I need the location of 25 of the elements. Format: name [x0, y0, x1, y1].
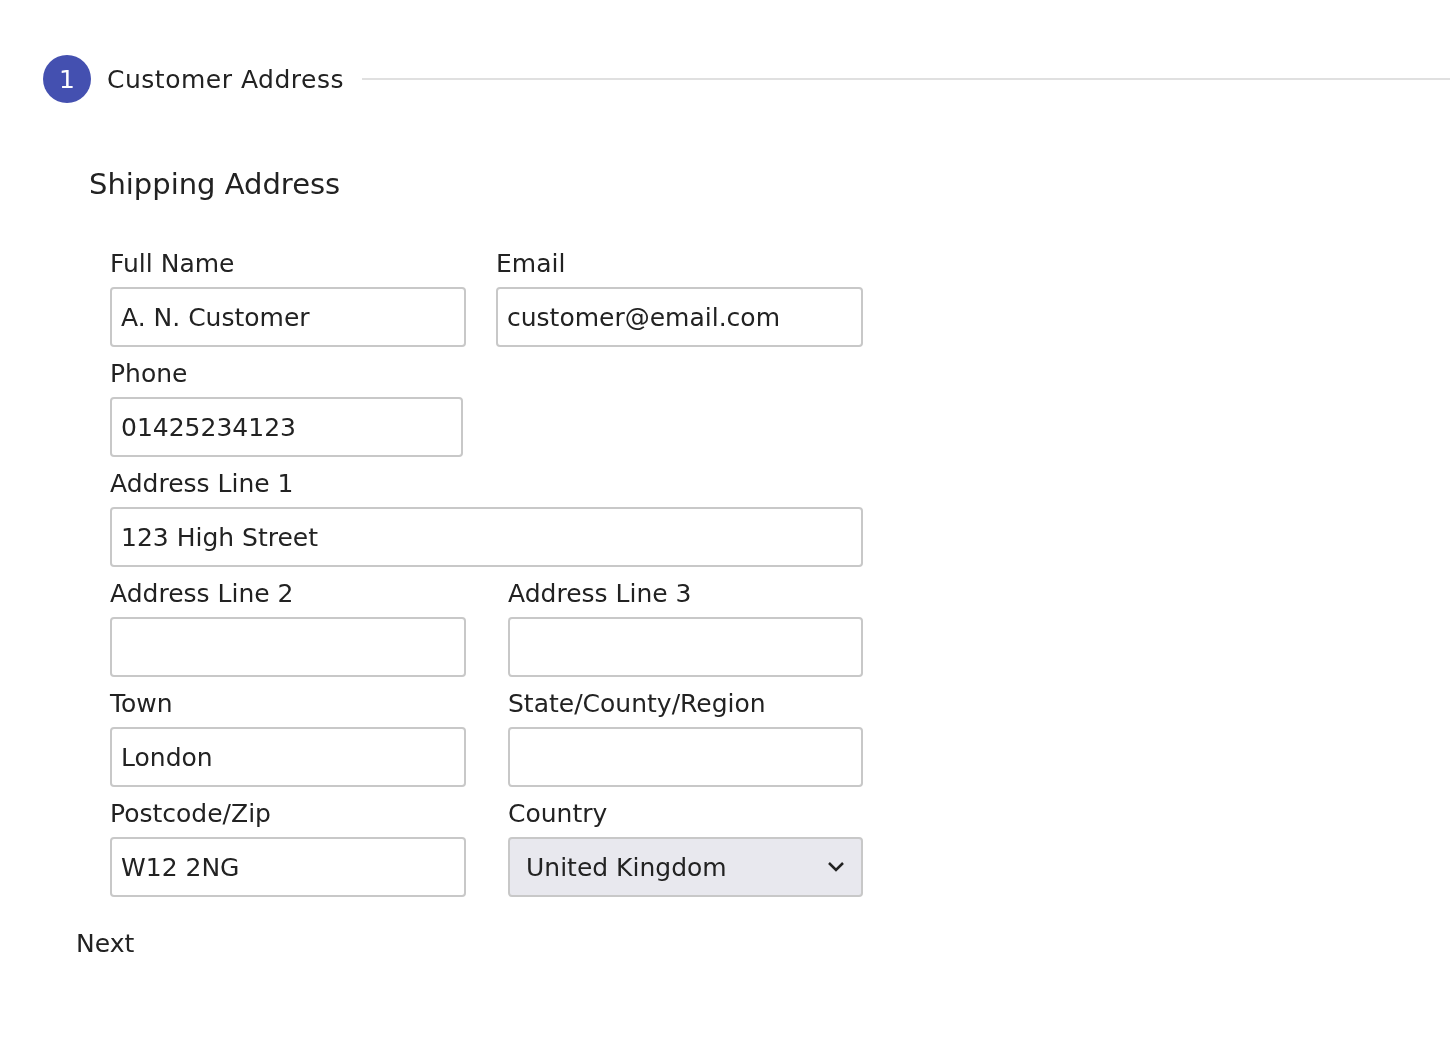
input-field[interactable] — [508, 617, 863, 677]
next-button[interactable]: Next — [76, 929, 135, 958]
input-field[interactable]: 01425234123 — [110, 397, 463, 457]
input-field[interactable] — [508, 727, 863, 787]
field-label: Full Name — [110, 248, 236, 280]
field-label: Address Line 3 — [508, 578, 693, 610]
field-label: Country — [508, 798, 609, 830]
step-title: Customer Address — [107, 64, 344, 94]
input-field[interactable] — [110, 617, 466, 677]
field-label: Postcode/Zip — [110, 798, 272, 830]
field-label: Phone — [110, 358, 189, 390]
country-select[interactable]: United Kingdom — [508, 837, 863, 897]
field-label: Address Line 2 — [110, 578, 295, 610]
input-field[interactable]: customer@email.com — [496, 287, 863, 347]
field-label: Address Line 1 — [110, 468, 295, 500]
field-label: Email — [496, 248, 567, 280]
input-field[interactable]: London — [110, 727, 466, 787]
field-label: Town — [110, 688, 174, 720]
section-title: Shipping Address — [89, 167, 342, 201]
input-field[interactable]: 123 High Street — [110, 507, 863, 567]
chevron-down-icon — [827, 861, 845, 873]
input-field[interactable]: A. N. Customer — [110, 287, 466, 347]
input-field[interactable]: W12 2NG — [110, 837, 466, 897]
step-number: 1 — [43, 55, 91, 103]
field-label: State/County/Region — [508, 688, 767, 720]
